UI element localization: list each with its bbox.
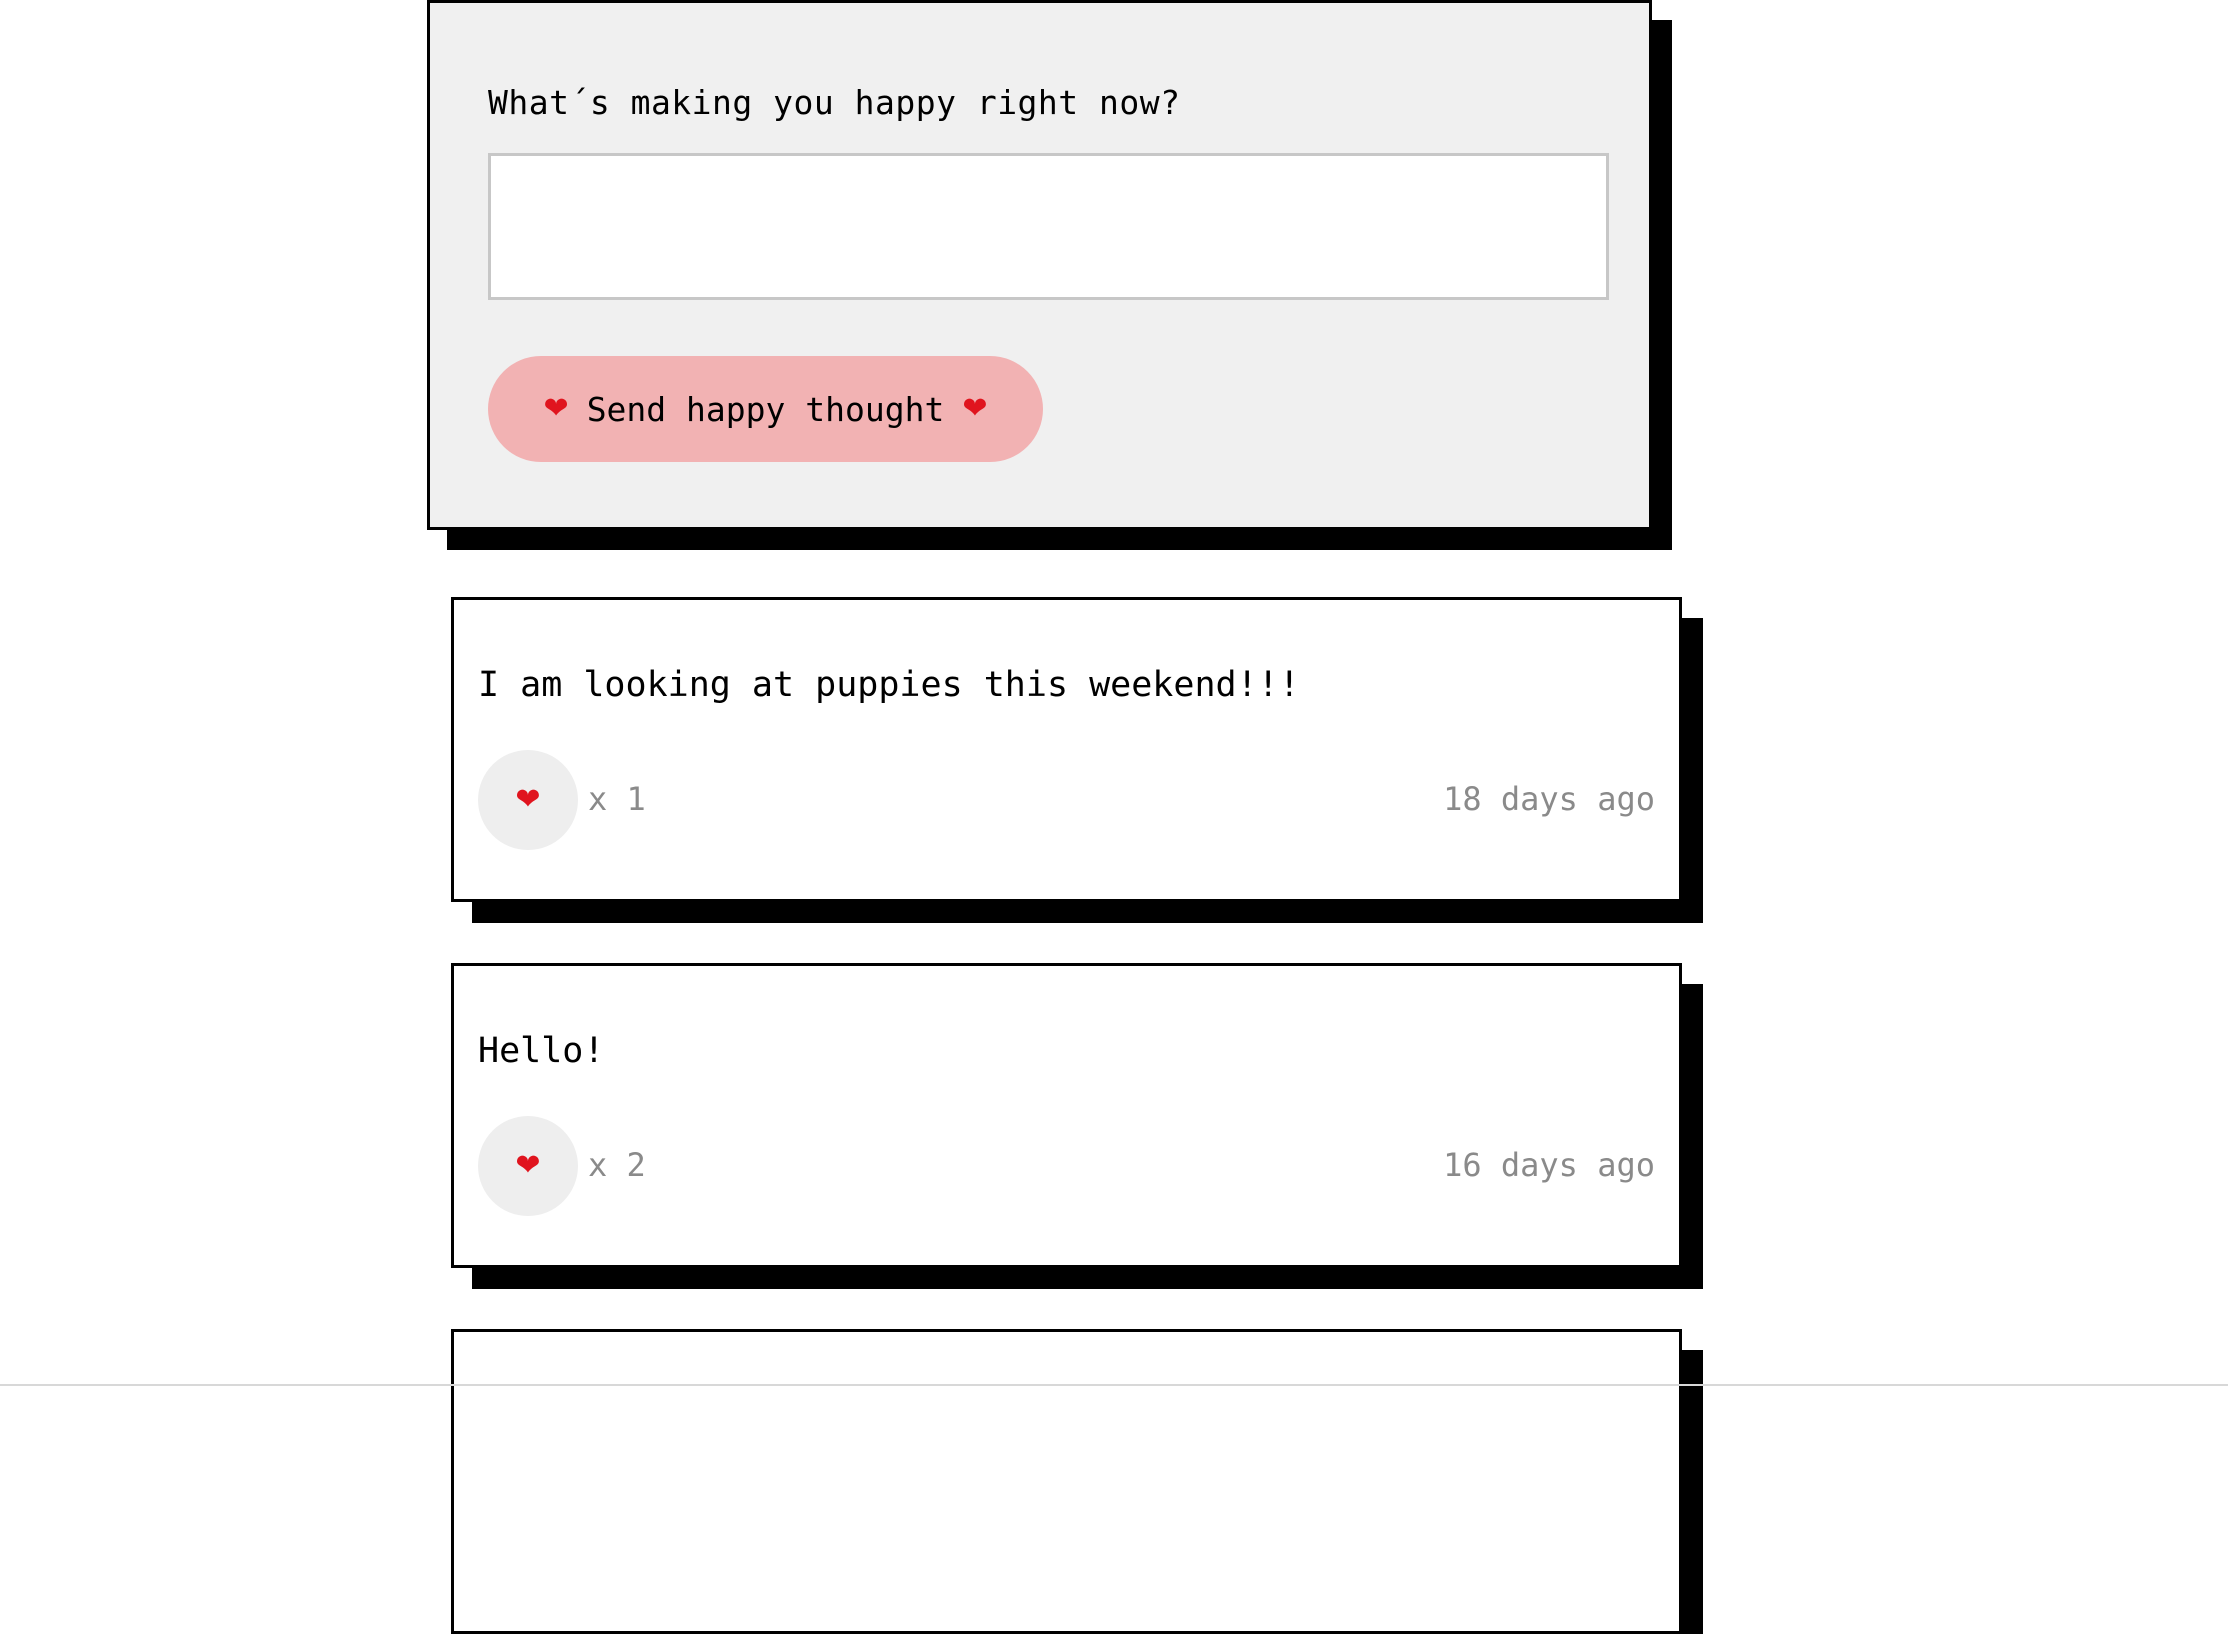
heart-icon: ❤ (515, 1148, 541, 1183)
heart-icon: ❤ (962, 391, 988, 426)
like-button[interactable]: ❤ (478, 1116, 578, 1216)
like-count: x 1 (588, 780, 646, 818)
thought-card: Hello! ❤ x 2 16 days ago (451, 963, 1682, 1268)
thought-message: I am looking at puppies this weekend!!! (478, 665, 1300, 705)
thought-card: I am looking at puppies this weekend!!! … (451, 597, 1682, 902)
send-button-label: Send happy thought (586, 389, 945, 429)
thought-timestamp: 18 days ago (1443, 780, 1655, 818)
thought-input[interactable] (488, 153, 1609, 300)
like-button[interactable]: ❤ (478, 750, 578, 850)
heart-icon: ❤ (543, 391, 569, 426)
like-count: x 2 (588, 1146, 646, 1184)
form-prompt-label: What´s making you happy right now? (488, 83, 1181, 122)
thought-timestamp: 16 days ago (1443, 1146, 1655, 1184)
thought-message: Hello! (478, 1031, 605, 1071)
send-happy-thought-button[interactable]: ❤ Send happy thought ❤ (488, 356, 1043, 462)
thought-card (451, 1329, 1682, 1634)
heart-icon: ❤ (515, 782, 541, 817)
happy-thought-form: What´s making you happy right now? ❤ Sen… (427, 0, 1652, 530)
